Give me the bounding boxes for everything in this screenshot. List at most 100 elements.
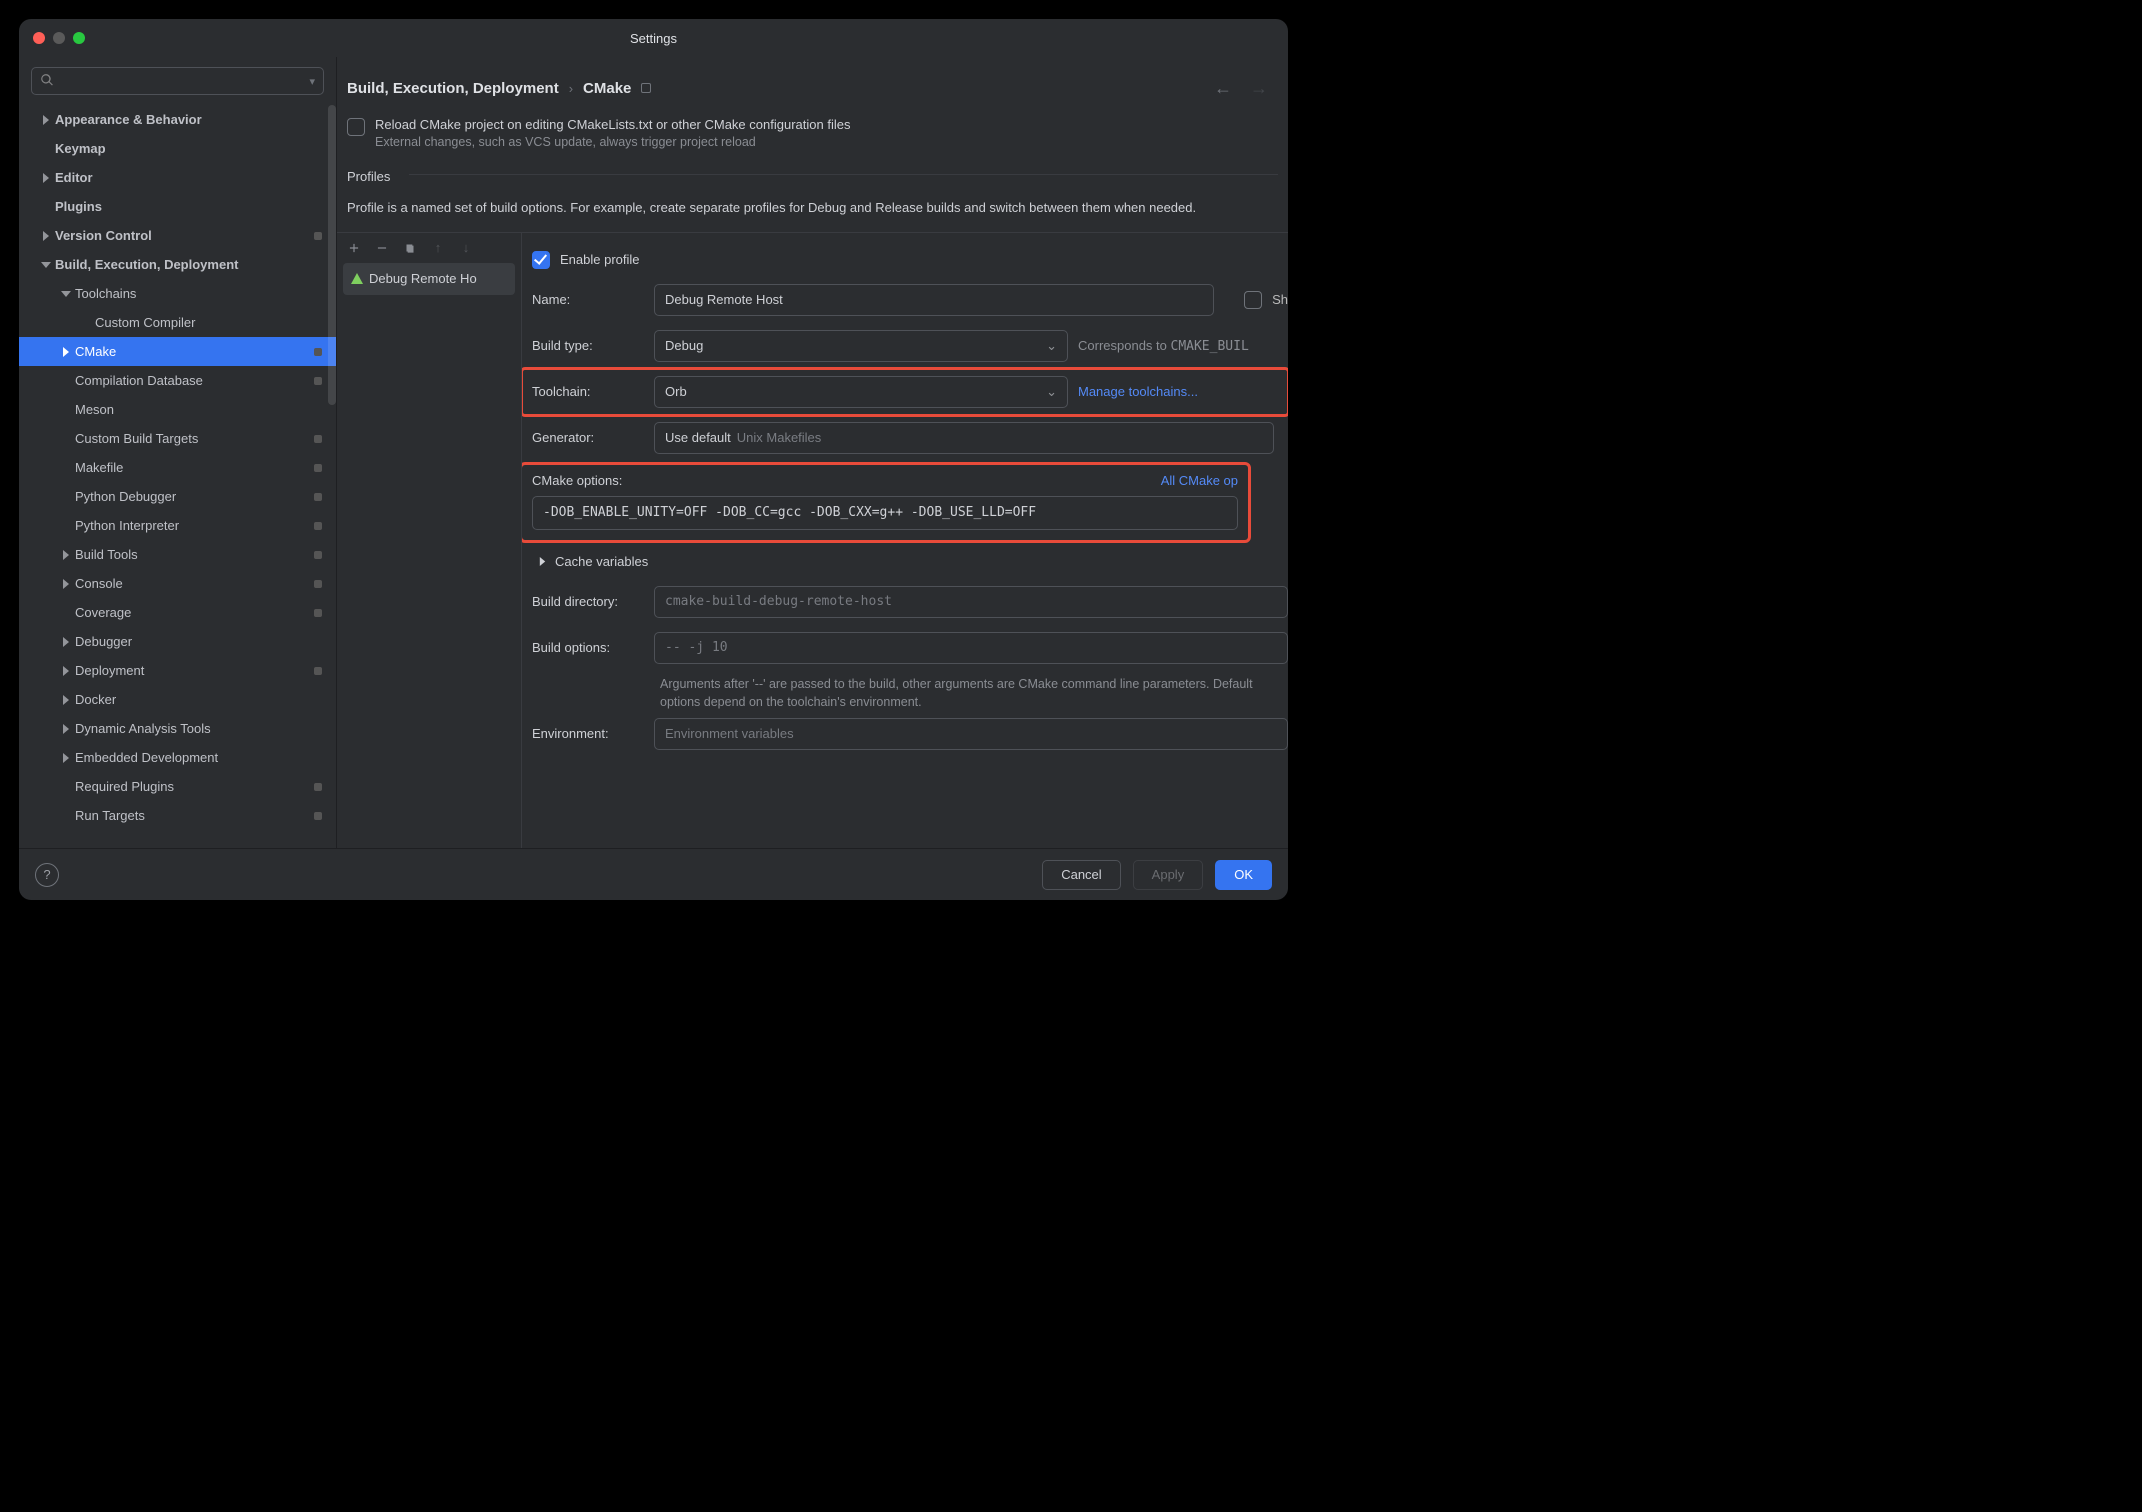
chevron-right-icon (37, 231, 55, 241)
sidebar-item[interactable]: Meson (19, 395, 336, 424)
profile-form: Enable profile Name: Sh Build type: Debu… (522, 233, 1288, 849)
chevron-right-icon (57, 724, 75, 734)
sidebar-item-label: Meson (75, 402, 328, 417)
sidebar-item-label: Docker (75, 692, 328, 707)
scrollbar[interactable] (328, 105, 336, 848)
reset-indicator-icon (314, 667, 322, 675)
sidebar-item[interactable]: Keymap (19, 134, 336, 163)
chevron-right-icon (57, 579, 75, 589)
sidebar-item[interactable]: Editor (19, 163, 336, 192)
chevron-right-icon (57, 753, 75, 763)
sidebar-item[interactable]: Dynamic Analysis Tools (19, 714, 336, 743)
ok-button[interactable]: OK (1215, 860, 1272, 890)
buildopts-help: Arguments after '--' are passed to the b… (532, 671, 1288, 711)
sidebar-item[interactable]: Toolchains (19, 279, 336, 308)
chevron-right-icon (37, 173, 55, 183)
sidebar-item[interactable]: Coverage (19, 598, 336, 627)
sidebar-item[interactable]: Version Control (19, 221, 336, 250)
sidebar-item[interactable]: Run Targets (19, 801, 336, 830)
buildtype-hint: Corresponds to (1078, 338, 1171, 353)
chevron-right-icon (538, 557, 547, 566)
sidebar-item-label: Custom Compiler (95, 315, 328, 330)
help-button[interactable]: ? (35, 863, 59, 887)
sidebar-item[interactable]: Deployment (19, 656, 336, 685)
search-input[interactable]: ▾ (31, 67, 324, 95)
env-label: Environment: (532, 726, 644, 741)
reset-indicator-icon (314, 580, 322, 588)
sidebar-item-label: Custom Build Targets (75, 431, 314, 446)
apply-button[interactable]: Apply (1133, 860, 1204, 890)
sidebar-item-label: Appearance & Behavior (55, 112, 328, 127)
buildtype-select[interactable]: Debug ⌄ (654, 330, 1068, 362)
sidebar-item-label: Console (75, 576, 314, 591)
sidebar-item[interactable]: Console (19, 569, 336, 598)
move-down-icon[interactable]: ↓ (457, 239, 475, 257)
search-field[interactable] (60, 74, 309, 89)
sidebar-item-label: Python Interpreter (75, 518, 314, 533)
reset-indicator-icon (314, 551, 322, 559)
sidebar-item[interactable]: CMake (19, 337, 336, 366)
add-profile-icon[interactable] (345, 239, 363, 257)
sidebar-item[interactable]: Python Debugger (19, 482, 336, 511)
breadcrumb-item[interactable]: Build, Execution, Deployment (347, 80, 559, 97)
generator-select[interactable]: Use default Unix Makefiles (654, 422, 1274, 454)
env-input[interactable]: Environment variables (654, 718, 1288, 750)
sidebar-item[interactable]: Appearance & Behavior (19, 105, 336, 134)
builddir-input[interactable]: cmake-build-debug-remote-host (654, 586, 1288, 618)
manage-toolchains-link[interactable]: Manage toolchains... (1078, 384, 1198, 399)
reset-indicator-icon (314, 522, 322, 530)
settings-tree[interactable]: Appearance & Behavior KeymapEditor Plugins… (19, 105, 336, 848)
name-input[interactable] (654, 284, 1214, 316)
chevron-right-icon (57, 666, 75, 676)
sidebar-item-label: Deployment (75, 663, 314, 678)
enable-profile-checkbox[interactable] (532, 251, 550, 269)
reset-indicator-icon (314, 783, 322, 791)
sidebar-item[interactable]: Python Interpreter (19, 511, 336, 540)
cache-variables-toggle[interactable]: Cache variables (532, 544, 1288, 579)
sidebar-item-label: Toolchains (75, 286, 328, 301)
chevron-right-icon (37, 115, 55, 125)
sidebar-item[interactable]: Build Tools (19, 540, 336, 569)
sidebar-item[interactable]: Custom Compiler (19, 308, 336, 337)
cmake-options-row: CMake options: All CMake op -DOB_ENABLE_… (522, 465, 1248, 540)
buildtype-label: Build type: (532, 338, 644, 353)
sidebar-item[interactable]: Plugins (19, 192, 336, 221)
cmake-options-input[interactable]: -DOB_ENABLE_UNITY=OFF -DOB_CC=gcc -DOB_C… (532, 496, 1238, 530)
reset-indicator-icon (314, 435, 322, 443)
buildopts-label: Build options: (532, 640, 644, 655)
sidebar-item[interactable]: Makefile (19, 453, 336, 482)
all-cmake-options-link[interactable]: All CMake op (1161, 473, 1238, 488)
sidebar-item[interactable]: Docker (19, 685, 336, 714)
sidebar-item[interactable]: Build, Execution, Deployment (19, 250, 336, 279)
chevron-down-icon: ⌄ (1046, 338, 1057, 354)
sidebar-item-label: CMake (75, 344, 314, 359)
sidebar-item[interactable]: Required Plugins (19, 772, 336, 801)
sidebar-item[interactable]: Custom Build Targets (19, 424, 336, 453)
reload-checkbox[interactable] (347, 118, 365, 136)
move-up-icon[interactable]: ↑ (429, 239, 447, 257)
enable-profile-label: Enable profile (560, 252, 640, 267)
sidebar-item-label: Plugins (55, 199, 328, 214)
chevron-down-icon (37, 260, 55, 270)
sidebar-item[interactable]: Compilation Database (19, 366, 336, 395)
reset-indicator-icon (314, 464, 322, 472)
sidebar-item-label: Dynamic Analysis Tools (75, 721, 328, 736)
remove-profile-icon[interactable] (373, 239, 391, 257)
show-checkbox[interactable] (1244, 291, 1262, 309)
back-icon[interactable]: ← (1214, 78, 1232, 99)
reset-indicator-icon (314, 609, 322, 617)
sidebar-item[interactable]: Embedded Development (19, 743, 336, 772)
toolchain-label: Toolchain: (532, 384, 644, 399)
toolchain-select[interactable]: Orb ⌄ (654, 376, 1068, 408)
copy-profile-icon[interactable] (401, 239, 419, 257)
sidebar-item[interactable]: Debugger (19, 627, 336, 656)
sidebar: ▾ Appearance & Behavior KeymapEditor Plugi… (19, 57, 337, 848)
footer: ? Cancel Apply OK (19, 848, 1288, 900)
cmake-options-label: CMake options: (532, 473, 622, 488)
reload-label: Reload CMake project on editing CMakeLis… (375, 117, 850, 132)
cancel-button[interactable]: Cancel (1042, 860, 1120, 890)
dropdown-icon: ▾ (309, 75, 315, 88)
profile-list-item[interactable]: Debug Remote Ho (343, 263, 515, 295)
sidebar-item-label: Coverage (75, 605, 314, 620)
buildopts-input[interactable]: -- -j 10 (654, 632, 1288, 664)
